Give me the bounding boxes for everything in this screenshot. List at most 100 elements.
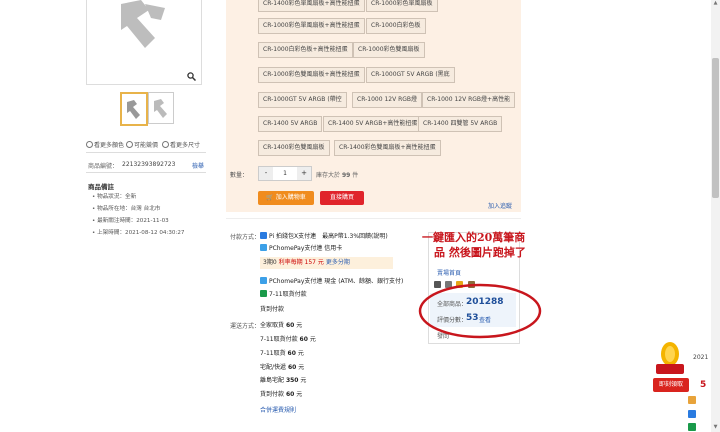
product-no: 22132393892723 (122, 161, 176, 168)
shipping-price: 60 (285, 322, 295, 329)
option-chip[interactable]: CR-1000GT 5V ARGB (黑底 (366, 67, 455, 83)
shipping-price: 350 (285, 377, 299, 384)
qty-label: 數量： (230, 172, 249, 179)
qty-input[interactable]: 1 (273, 167, 297, 180)
divider (86, 172, 206, 173)
thumbnail-2[interactable] (148, 92, 174, 124)
option-chip[interactable]: CR-1000彩色雙風扇板+高性能扭蛋 (258, 67, 365, 83)
shipping-unit: 元 (309, 336, 316, 343)
thumbnail-1[interactable] (120, 92, 148, 126)
pchomepay-icon (260, 277, 267, 284)
shipping-name: 7-11取貨 (260, 350, 286, 357)
note-item: • 上架時間：2021-08-12 04:30:27 (92, 230, 185, 236)
option-chip[interactable]: CR-1000白彩色板 (366, 18, 426, 34)
option-chip[interactable]: CR-1400彩色雙風扇板 (258, 140, 330, 156)
coin-gift-icon (656, 342, 684, 374)
option-chip[interactable]: CR-1000彩色雙風扇板 (353, 42, 425, 58)
pi-text: Pi 拍錢包X支付連 最高P幣1.3%回饋(說明) (269, 233, 388, 240)
plus-icon (126, 141, 133, 148)
pi-icon (260, 232, 267, 239)
shipping-item: 7-11取貨付款 60 元 (260, 334, 316, 343)
more-installment-link[interactable]: 更多分期 (326, 259, 350, 266)
store-home-link[interactable]: 賣場首頁 (437, 268, 461, 277)
cart-icon: 🛒 (266, 194, 274, 201)
installment-box: 3期0 利率每期 157 元 更多分期 (260, 257, 393, 269)
shipping-label: 運送方式： (230, 323, 261, 330)
option-chip[interactable]: CR-1400 四雙管 5V ARGB (418, 116, 503, 132)
product-main-image[interactable] (86, 0, 202, 85)
shipping-unit: 元 (298, 364, 305, 371)
note-item: • 物品狀況：全新 (92, 194, 137, 200)
hourglass-icon (688, 396, 696, 404)
payment-pi: Pi 拍錢包X支付連 最高P幣1.3%回饋(說明) (260, 231, 388, 240)
annotation-text: 一鍵匯入的20萬筆商 品 然後圖片跑掉了 (422, 230, 526, 260)
bid-link[interactable]: 可能競價 (126, 140, 158, 149)
payment-cod: 貨到付款 (260, 306, 285, 313)
placeholder-logo-icon (121, 0, 165, 48)
shipping-price: 60 (287, 364, 297, 371)
shipping-policy-link[interactable]: 合併運費規則 (260, 405, 296, 414)
option-chip[interactable]: CR-1000彩色單風扇板 (366, 0, 438, 12)
link-label: 可能競價 (134, 142, 159, 149)
side-tool-icon[interactable] (688, 423, 696, 431)
stock-unit: 件 (352, 172, 359, 179)
shipping-name: 全家取貨 (260, 322, 285, 329)
shipping-item: 離島宅配 350 元 (260, 375, 306, 384)
report-link[interactable]: 檢舉 (192, 161, 204, 170)
more-sizes-link[interactable]: 看更多尺寸 (162, 140, 200, 149)
seven-eleven-icon (260, 290, 267, 297)
shipping-price: 60 (299, 336, 308, 343)
buy-now-button[interactable]: 直接購買 (320, 191, 364, 205)
option-chip[interactable]: CR-1000 12V RGB燈+高性能 (422, 92, 516, 108)
stock-text: 庫存大於 (316, 172, 341, 179)
shipping-item: 宅配/快遞 60 元 (260, 362, 304, 371)
scrollbar-thumb[interactable] (712, 58, 719, 198)
promo-side-num: 5 (700, 380, 707, 390)
payment-label: 付款方式： (230, 234, 261, 241)
option-chip[interactable]: CR-1400彩色雙風扇板+高性能扭蛋 (334, 140, 441, 156)
qty-plus-button[interactable]: + (297, 167, 311, 180)
option-chip[interactable]: CR-1400 5V ARGB (258, 116, 323, 132)
option-chip[interactable]: CR-1000彩色單風扇板+高性能扭蛋 (258, 18, 365, 34)
promo-side-text: 2021 (693, 354, 709, 361)
notes-title: 商品備註 (88, 183, 114, 191)
claim-now-button[interactable]: 即刻領取 (653, 378, 689, 392)
pchomepay-icon (260, 244, 267, 251)
shipping-name: 7-11取貨付款 (260, 336, 298, 343)
option-chip[interactable]: CR-1000 12V RGB燈 (352, 92, 423, 108)
stock-num: 99 (341, 172, 351, 179)
option-chip[interactable]: CR-1400 5V ARGB+高性能扭蛋 (323, 116, 423, 132)
side-tool-icon[interactable] (688, 410, 696, 418)
plus-icon (86, 141, 93, 148)
qty-minus-button[interactable]: - (259, 167, 273, 180)
quantity-stepper[interactable]: - 1 + (258, 166, 312, 181)
shipping-unit: 元 (296, 391, 303, 398)
more-colors-link[interactable]: 看更多顏色 (86, 140, 124, 149)
zoom-icon[interactable] (187, 72, 196, 81)
link-label: 看更多尺寸 (170, 142, 201, 149)
payment-pchome-card: PChomePay支付連 信用卡 (260, 243, 342, 252)
scroll-down-icon[interactable]: ▼ (712, 424, 719, 431)
shipping-unit: 元 (297, 350, 304, 357)
add-track-link[interactable]: 加入追蹤 (488, 201, 512, 210)
pchome-card-text: PChomePay支付連 信用卡 (269, 245, 343, 252)
add-to-cart-button[interactable]: 🛒 加入購物車 (258, 191, 314, 205)
note-text: 最新關注時間：2021-11-03 (97, 218, 169, 224)
option-chip[interactable]: CR-1400彩色單風扇板+高性能扭蛋 (258, 0, 365, 12)
payment-pchome-other: PChomePay支付連 現金 (ATM、餘額、銀行支付) (260, 276, 403, 285)
note-item: • 最新關注時間：2021-11-03 (92, 218, 169, 224)
option-chip[interactable]: CR-1000GT 5V ARGB (帶控 (258, 92, 347, 108)
scroll-up-icon[interactable]: ▲ (712, 0, 719, 7)
add-cart-label: 加入購物車 (275, 194, 306, 201)
shipping-item: 7-11取貨 60 元 (260, 348, 304, 357)
shipping-price: 60 (287, 350, 296, 357)
link-label: 看更多顏色 (94, 142, 125, 149)
promo-widget[interactable] (652, 334, 688, 374)
annotation-circle (418, 283, 542, 339)
annotation-line2: 品 然後圖片跑掉了 (434, 246, 526, 259)
annotation-line1: 一鍵匯入的20萬筆商 (422, 231, 526, 244)
installment-mid: 利率每期 (278, 259, 303, 266)
installment-pre: 3期0 (263, 259, 277, 266)
option-chip[interactable]: CR-1000白彩色板+高性能扭蛋 (258, 42, 353, 58)
shipping-name: 離島宅配 (260, 377, 285, 384)
